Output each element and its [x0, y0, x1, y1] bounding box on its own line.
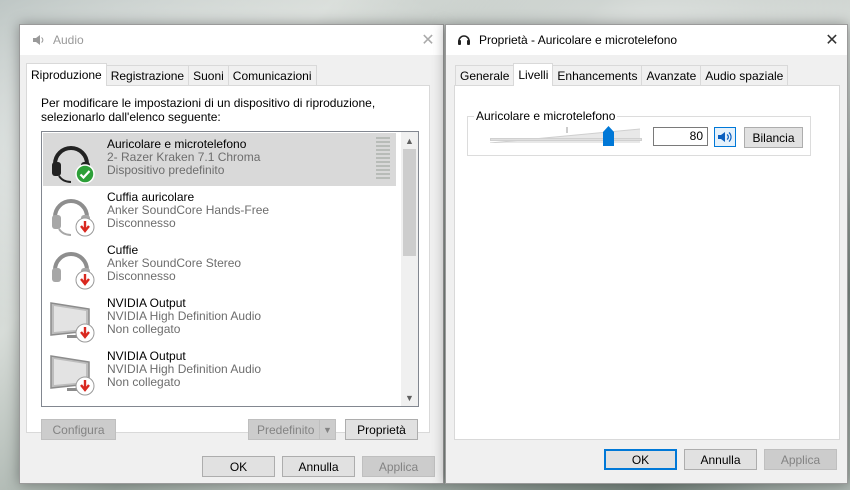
level-group: Auricolare e microtelefono 80 Bilancia [467, 109, 811, 156]
tab-registrazione[interactable]: Registrazione [105, 65, 190, 86]
list-item[interactable]: Auricolare e microtelefono 2- Razer Krak… [43, 133, 396, 186]
down-arrow-badge-icon [75, 217, 95, 237]
device-name: Cuffia auricolare [107, 190, 195, 204]
device-name: Auricolare e microtelefono [107, 137, 247, 151]
configure-button[interactable]: Configura [41, 419, 116, 440]
tab-audio-spaziale[interactable]: Audio spaziale [700, 65, 789, 86]
device-name: NVIDIA Output [107, 296, 186, 310]
volume-slider-thumb[interactable] [602, 126, 614, 146]
audio-tab-panel: Per modificare le impostazioni di un dis… [26, 85, 430, 440]
tab-riproduzione[interactable]: Riproduzione [26, 63, 107, 86]
properties-button[interactable]: Proprietà [345, 419, 418, 440]
properties-close-button[interactable]: ✕ [817, 25, 847, 55]
headphones-icon [47, 242, 95, 290]
headset-icon [455, 31, 473, 49]
device-name: Cuffie [107, 243, 139, 257]
monitor-icon [47, 348, 95, 396]
mute-toggle-button[interactable] [714, 127, 736, 147]
down-arrow-badge-icon [75, 323, 95, 343]
audio-tabs: Riproduzione Registrazione Suoni Comunic… [26, 63, 317, 86]
device-status: Dispositivo predefinito [107, 163, 225, 177]
audio-titlebar: Audio ✕ [20, 25, 443, 55]
down-arrow-badge-icon [75, 270, 95, 290]
set-default-button[interactable]: Predefinito ▼ [248, 419, 336, 440]
speaker-icon [29, 31, 47, 49]
audio-cancel-button[interactable]: Annulla [282, 456, 355, 477]
headset-icon [47, 189, 95, 237]
scroll-up-icon[interactable]: ▲ [401, 132, 418, 149]
close-icon: ✕ [825, 32, 839, 49]
playback-description: Per modificare le impostazioni di un dis… [41, 96, 376, 124]
properties-apply-button[interactable]: Applica [764, 449, 837, 470]
list-item[interactable]: NVIDIA Output NVIDIA High Definition Aud… [43, 345, 396, 398]
properties-ok-button[interactable]: OK [604, 449, 677, 470]
volume-value-field[interactable]: 80 [653, 127, 708, 146]
volume-meter [376, 137, 390, 179]
tab-generale[interactable]: Generale [455, 65, 515, 86]
device-status: Disconnesso [107, 216, 176, 230]
audio-close-button[interactable]: ✕ [413, 25, 443, 55]
device-status: Non collegato [107, 375, 181, 389]
properties-cancel-button[interactable]: Annulla [684, 449, 757, 470]
audio-ok-button[interactable]: OK [202, 456, 275, 477]
balance-button[interactable]: Bilancia [744, 127, 803, 148]
speaker-icon [718, 132, 732, 142]
device-detail: Anker SoundCore Hands-Free [107, 203, 270, 217]
list-item[interactable]: Cuffia auricolare Anker SoundCore Hands-… [43, 186, 396, 239]
device-detail: Anker SoundCore Stereo [107, 256, 242, 270]
device-list-scrollbar[interactable]: ▲ ▼ [401, 132, 418, 406]
properties-tabs: Generale Livelli Enhancements Avanzate A… [455, 63, 789, 86]
volume-slider-track[interactable] [490, 138, 642, 141]
device-name: NVIDIA Output [107, 349, 186, 363]
tab-avanzate[interactable]: Avanzate [641, 65, 702, 86]
device-detail: NVIDIA High Definition Audio [107, 362, 262, 376]
check-badge-icon [75, 164, 95, 184]
properties-window-title: Proprietà - Auricolare e microtelefono [479, 33, 678, 47]
audio-apply-button[interactable]: Applica [362, 456, 435, 477]
audio-window: Audio ✕ Riproduzione Registrazione Suoni… [19, 24, 444, 484]
list-item[interactable]: NVIDIA Output NVIDIA High Definition Aud… [43, 292, 396, 345]
headset-icon [47, 136, 95, 184]
tab-comunicazioni[interactable]: Comunicazioni [227, 65, 317, 86]
playback-device-list[interactable]: Auricolare e microtelefono 2- Razer Krak… [41, 131, 419, 407]
tab-enhancements[interactable]: Enhancements [552, 65, 643, 86]
device-detail: 2- Razer Kraken 7.1 Chroma [107, 150, 261, 164]
audio-window-title: Audio [53, 33, 84, 47]
close-icon: ✕ [421, 32, 435, 49]
monitor-icon [47, 295, 95, 343]
set-default-label: Predefinito [257, 422, 315, 437]
list-item[interactable]: Cuffie Anker SoundCore Stereo Disconness… [43, 239, 396, 292]
tab-suoni[interactable]: Suoni [188, 65, 229, 86]
chevron-down-icon[interactable]: ▼ [319, 420, 335, 439]
down-arrow-badge-icon [75, 376, 95, 396]
tab-livelli[interactable]: Livelli [513, 63, 554, 86]
scroll-thumb[interactable] [403, 149, 416, 256]
properties-titlebar: Proprietà - Auricolare e microtelefono ✕ [446, 25, 847, 55]
properties-tab-panel: Auricolare e microtelefono 80 Bilancia [454, 85, 840, 440]
device-status: Non collegato [107, 322, 181, 336]
device-detail: NVIDIA High Definition Audio [107, 309, 262, 323]
properties-window: Proprietà - Auricolare e microtelefono ✕… [445, 24, 848, 484]
device-status: Disconnesso [107, 269, 176, 283]
scroll-down-icon[interactable]: ▼ [401, 389, 418, 406]
